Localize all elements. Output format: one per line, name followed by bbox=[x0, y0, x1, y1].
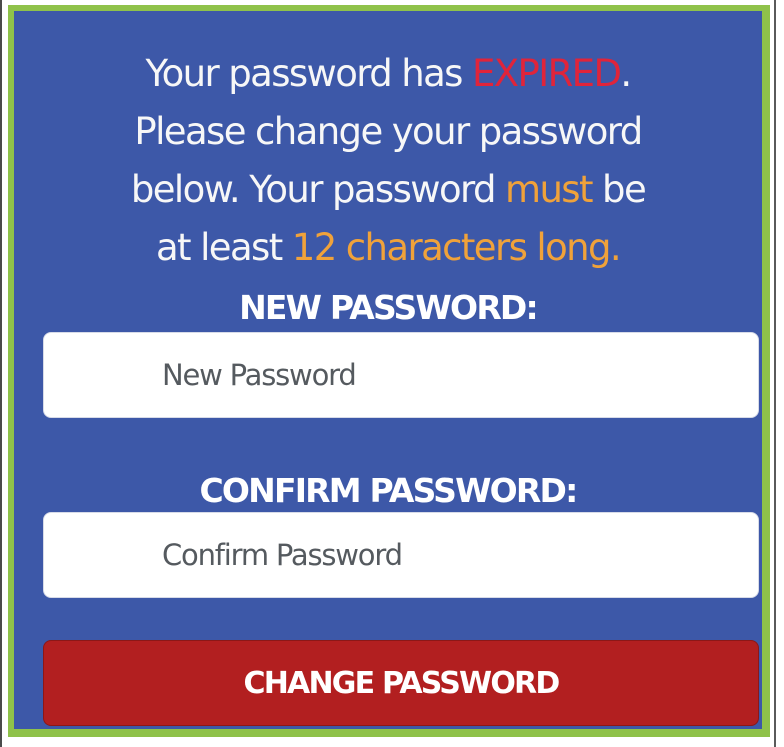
message-line-3: below. Your password must be bbox=[14, 161, 762, 219]
message-line-3-prefix: below. Your password bbox=[130, 168, 505, 211]
message-line-1: Your password has EXPIRED. bbox=[14, 45, 762, 103]
left-divider bbox=[0, 0, 2, 747]
new-password-label: NEW PASSWORD: bbox=[239, 288, 539, 327]
page-frame: Your password has EXPIRED. Please change… bbox=[0, 0, 784, 747]
message-line-3-suffix: be bbox=[591, 168, 647, 211]
message-line-4-prefix: at least bbox=[155, 226, 292, 269]
length-requirement: 12 characters long. bbox=[291, 226, 622, 269]
password-change-panel: Your password has EXPIRED. Please change… bbox=[8, 5, 770, 737]
expired-word: EXPIRED bbox=[472, 52, 622, 95]
change-password-button[interactable]: CHANGE PASSWORD bbox=[43, 640, 759, 726]
password-expired-message: Your password has EXPIRED. Please change… bbox=[14, 45, 762, 277]
message-line-1-prefix: Your password has bbox=[145, 52, 473, 95]
message-line-4: at least 12 characters long. bbox=[14, 219, 762, 277]
message-line-2: Please change your password bbox=[134, 110, 643, 153]
confirm-password-input[interactable] bbox=[43, 512, 759, 598]
right-divider bbox=[774, 0, 776, 747]
confirm-password-label: CONFIRM PASSWORD: bbox=[199, 471, 578, 510]
new-password-input[interactable] bbox=[43, 332, 759, 418]
must-word: must bbox=[505, 168, 593, 211]
message-line-1-suffix: . bbox=[620, 52, 632, 95]
